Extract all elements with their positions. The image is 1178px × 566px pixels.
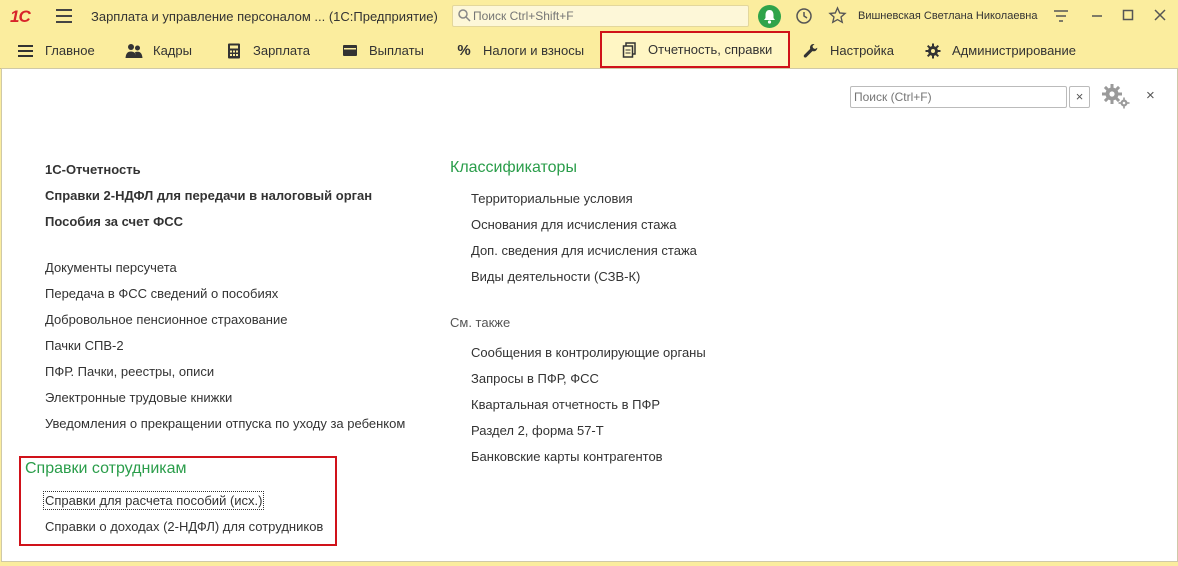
app-title: Зарплата и управление персоналом ... (1С… [91, 9, 438, 24]
link-electronic-workbooks[interactable]: Электронные трудовые книжки [45, 390, 232, 405]
maximize-icon [1122, 9, 1134, 21]
window-menu-button[interactable] [1053, 9, 1069, 29]
nav-hr[interactable]: Кадры [125, 33, 192, 68]
bell-icon [764, 10, 775, 24]
link-voluntary-pension[interactable]: Добровольное пенсионное страхование [45, 312, 287, 327]
link-seniority-grounds[interactable]: Основания для исчисления стажа [471, 217, 676, 232]
link-fss-benefits[interactable]: Пособия за счет ФСС [45, 214, 183, 229]
link-leave-termination-notices[interactable]: Уведомления о прекращении отпуска по ухо… [45, 416, 405, 431]
minimize-button[interactable] [1090, 7, 1104, 28]
title-bar: 1С Зарплата и управление персоналом ... … [0, 0, 1178, 34]
panel-close-button[interactable]: × [1146, 87, 1155, 104]
link-1c-reporting[interactable]: 1С-Отчетность [45, 162, 141, 177]
sections-panel: Главное Кадры Зарплата Выплаты % Налоги … [0, 31, 1178, 69]
favorites-button[interactable] [828, 6, 847, 30]
link-regulator-messages[interactable]: Сообщения в контролирующие органы [471, 345, 706, 360]
documents-icon [620, 41, 638, 58]
global-search-input[interactable] [473, 8, 743, 24]
panel-search-field[interactable] [850, 86, 1067, 108]
link-benefit-certificates[interactable]: Справки для расчета пособий (исх.) [42, 491, 265, 510]
link-spv2-packs[interactable]: Пачки СПВ-2 [45, 338, 124, 353]
link-personnel-docs[interactable]: Документы персучета [45, 260, 177, 275]
maximize-button[interactable] [1121, 7, 1135, 28]
nav-settings[interactable]: Настройка [802, 33, 894, 68]
nav-label: Настройка [830, 43, 894, 58]
close-icon [1154, 9, 1166, 21]
search-icon [458, 9, 471, 22]
link-quarterly-pfr[interactable]: Квартальная отчетность в ПФР [471, 397, 660, 412]
panel-search-input[interactable] [854, 89, 1059, 105]
employee-certificates-heading: Справки сотрудникам [25, 460, 187, 477]
menu-lines-icon [17, 43, 35, 59]
filter-lines-icon [1054, 10, 1068, 22]
people-icon [125, 43, 143, 59]
calculator-icon [225, 43, 243, 59]
classifiers-heading: Классификаторы [450, 159, 577, 176]
nav-label: Главное [45, 43, 95, 58]
link-fss-transfer[interactable]: Передача в ФСС сведений о пособиях [45, 286, 278, 301]
nav-label: Зарплата [253, 43, 310, 58]
panel-settings-button[interactable] [1101, 83, 1131, 114]
close-window-button[interactable] [1153, 7, 1167, 28]
nav-label: Отчетность, справки [648, 42, 773, 57]
wallet-icon [341, 43, 359, 59]
current-user-name[interactable]: Вишневская Светлана Николаевна [858, 10, 1038, 22]
reporting-section-panel: × × 1С-Отчетность Справки 2-НДФЛ для пер… [1, 68, 1178, 562]
link-pfr-packs[interactable]: ПФР. Пачки, реестры, описи [45, 364, 214, 379]
link-2ndfl-tax-authority[interactable]: Справки 2-НДФЛ для передачи в налоговый … [45, 188, 372, 203]
nav-label: Кадры [153, 43, 192, 58]
link-pfr-fss-requests[interactable]: Запросы в ПФР, ФСС [471, 371, 599, 386]
nav-label: Выплаты [369, 43, 424, 58]
nav-salary[interactable]: Зарплата [225, 33, 310, 68]
nav-payments[interactable]: Выплаты [341, 33, 424, 68]
link-territorial-conditions[interactable]: Территориальные условия [471, 191, 633, 206]
nav-reporting-active[interactable]: Отчетность, справки [600, 31, 791, 68]
history-button[interactable] [795, 7, 813, 30]
nav-taxes[interactable]: % Налоги и взносы [455, 33, 584, 68]
1c-logo: 1С [10, 7, 31, 26]
see-also-heading: См. также [450, 315, 511, 330]
gears-icon [1102, 84, 1130, 109]
minimize-icon [1092, 15, 1102, 17]
wrench-icon [802, 43, 820, 59]
nav-administration[interactable]: Администрирование [924, 33, 1076, 68]
link-form-57t[interactable]: Раздел 2, форма 57-Т [471, 423, 604, 438]
link-seniority-extra[interactable]: Доп. сведения для исчисления стажа [471, 243, 697, 258]
percent-icon: % [457, 42, 471, 59]
nav-label: Администрирование [952, 43, 1076, 58]
link-activity-types[interactable]: Виды деятельности (СЗВ-К) [471, 269, 640, 284]
link-income-certificates[interactable]: Справки о доходах (2-НДФЛ) для сотрудник… [45, 519, 323, 534]
gear-icon [924, 43, 942, 59]
panel-search-clear-button[interactable]: × [1069, 86, 1090, 108]
main-menu-button[interactable] [56, 9, 72, 23]
nav-main[interactable]: Главное [17, 33, 95, 68]
link-bank-cards[interactable]: Банковские карты контрагентов [471, 449, 663, 464]
global-search-field[interactable] [452, 5, 749, 27]
notifications-bell-button[interactable] [758, 5, 781, 28]
history-icon [796, 8, 812, 24]
star-icon [828, 6, 847, 24]
nav-label: Налоги и взносы [483, 43, 585, 58]
